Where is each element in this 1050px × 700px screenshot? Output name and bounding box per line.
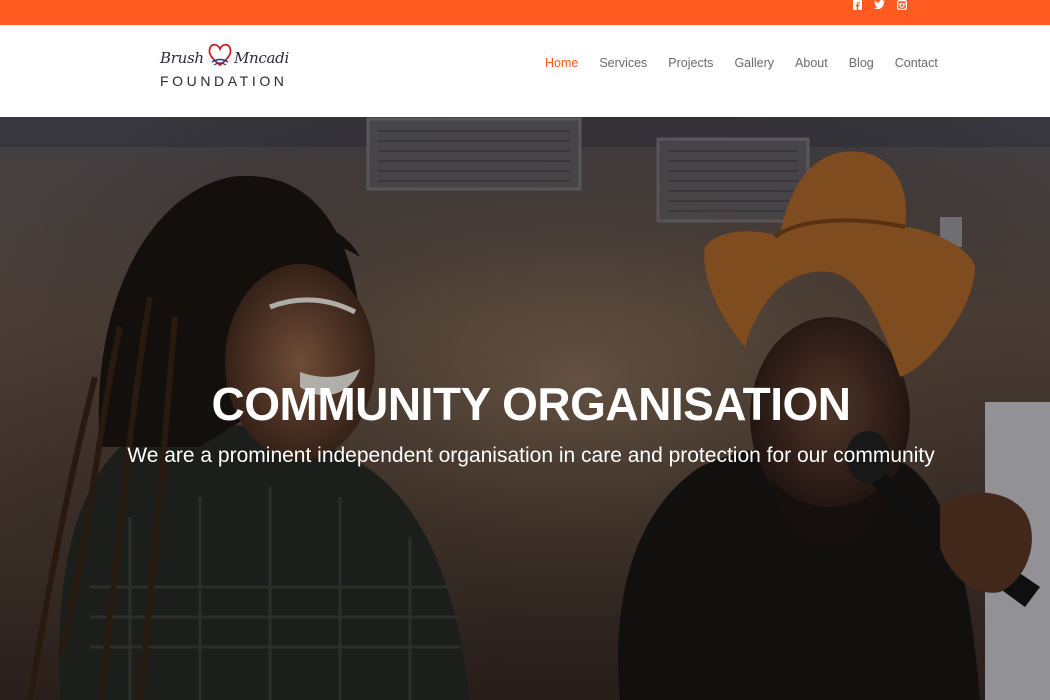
twitter-icon[interactable] [873,0,886,12]
logo-script-right: Mncadi [234,49,289,67]
top-bar [0,0,1050,25]
nav-item-projects[interactable]: Projects [668,56,713,70]
logo-script-left: Brush [160,49,204,67]
main-nav: Home Services Projects Gallery About Blo… [545,56,959,70]
site-header: Brush Mncadi FOUNDATION Home Services Pr… [0,25,1050,117]
nav-item-blog[interactable]: Blog [849,56,874,70]
hero-title: COMMUNITY ORGANISATION [211,378,851,430]
hero-subtitle: We are a prominent independent organisat… [127,444,935,467]
instagram-icon[interactable] [895,0,908,12]
nav-item-services[interactable]: Services [599,56,647,70]
social-links [851,0,908,12]
nav-item-gallery[interactable]: Gallery [734,56,774,70]
nav-item-about[interactable]: About [795,56,828,70]
nav-item-home[interactable]: Home [545,56,578,70]
logo-wordmark: FOUNDATION [160,73,288,89]
nav-item-contact[interactable]: Contact [895,56,938,70]
heart-logo-icon [208,43,232,67]
foundation-logo[interactable]: Brush Mncadi FOUNDATION [158,40,289,92]
hero-banner: COMMUNITY ORGANISATION We are a prominen… [0,117,1050,700]
facebook-icon[interactable] [851,0,864,12]
